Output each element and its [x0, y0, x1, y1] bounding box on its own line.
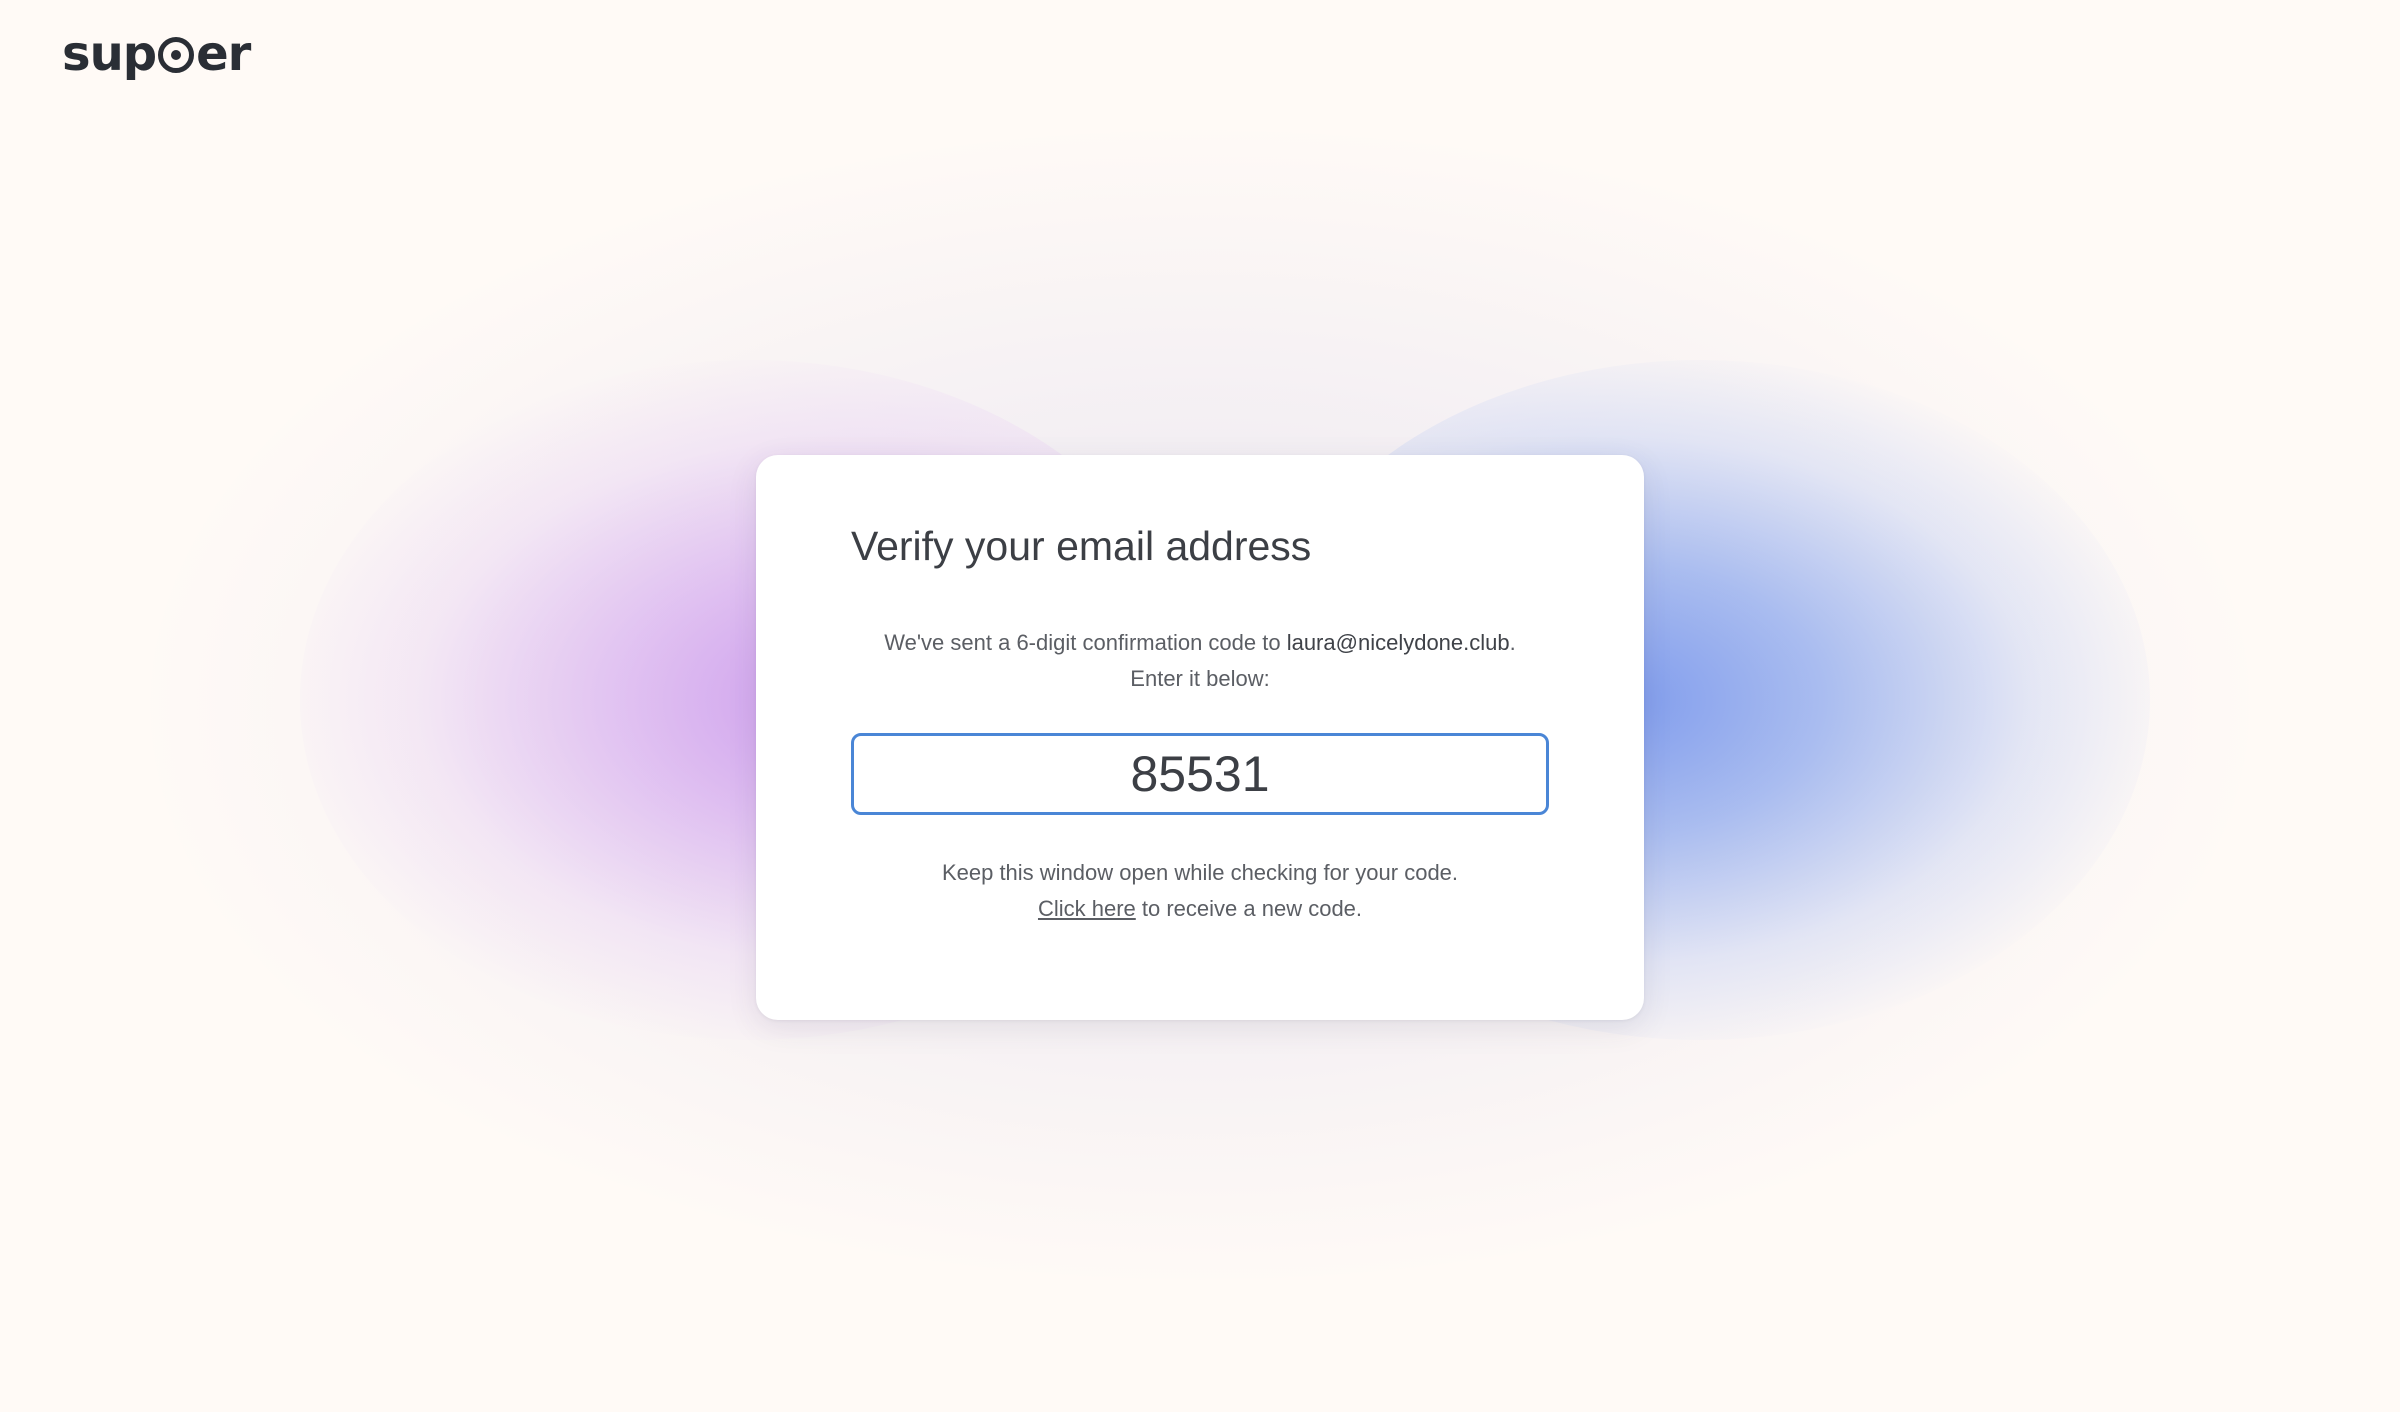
email-address: laura@nicelydone.club — [1286, 630, 1510, 655]
page-title: Verify your email address — [851, 523, 1312, 569]
keep-open-text: Keep this window open while checking for… — [941, 860, 1459, 885]
resend-line: Click here to receive a new code. — [756, 891, 1644, 927]
logo-target-icon — [158, 37, 195, 73]
confirmation-code-input[interactable] — [851, 733, 1549, 815]
resend-note: Keep this window open while checking for… — [756, 855, 1644, 927]
logo-text-suffix: er — [196, 26, 251, 82]
description-line-1: We've sent a 6-digit confirmation code t… — [756, 625, 1644, 661]
resend-code-link[interactable]: Click here — [1038, 896, 1136, 921]
super-logo[interactable]: sup er — [62, 26, 251, 82]
confirmation-description: We've sent a 6-digit confirmation code t… — [756, 625, 1644, 697]
description-prefix: We've sent a 6-digit confirmation code t… — [884, 630, 1287, 655]
description-line-2: Enter it below: — [1130, 666, 1270, 691]
verify-email-card: Verify your email address We've sent a 6… — [756, 455, 1644, 1020]
description-suffix: . — [1509, 630, 1516, 655]
resend-suffix: to receive a new code. — [1135, 896, 1363, 921]
logo-text-prefix: sup — [62, 26, 157, 82]
